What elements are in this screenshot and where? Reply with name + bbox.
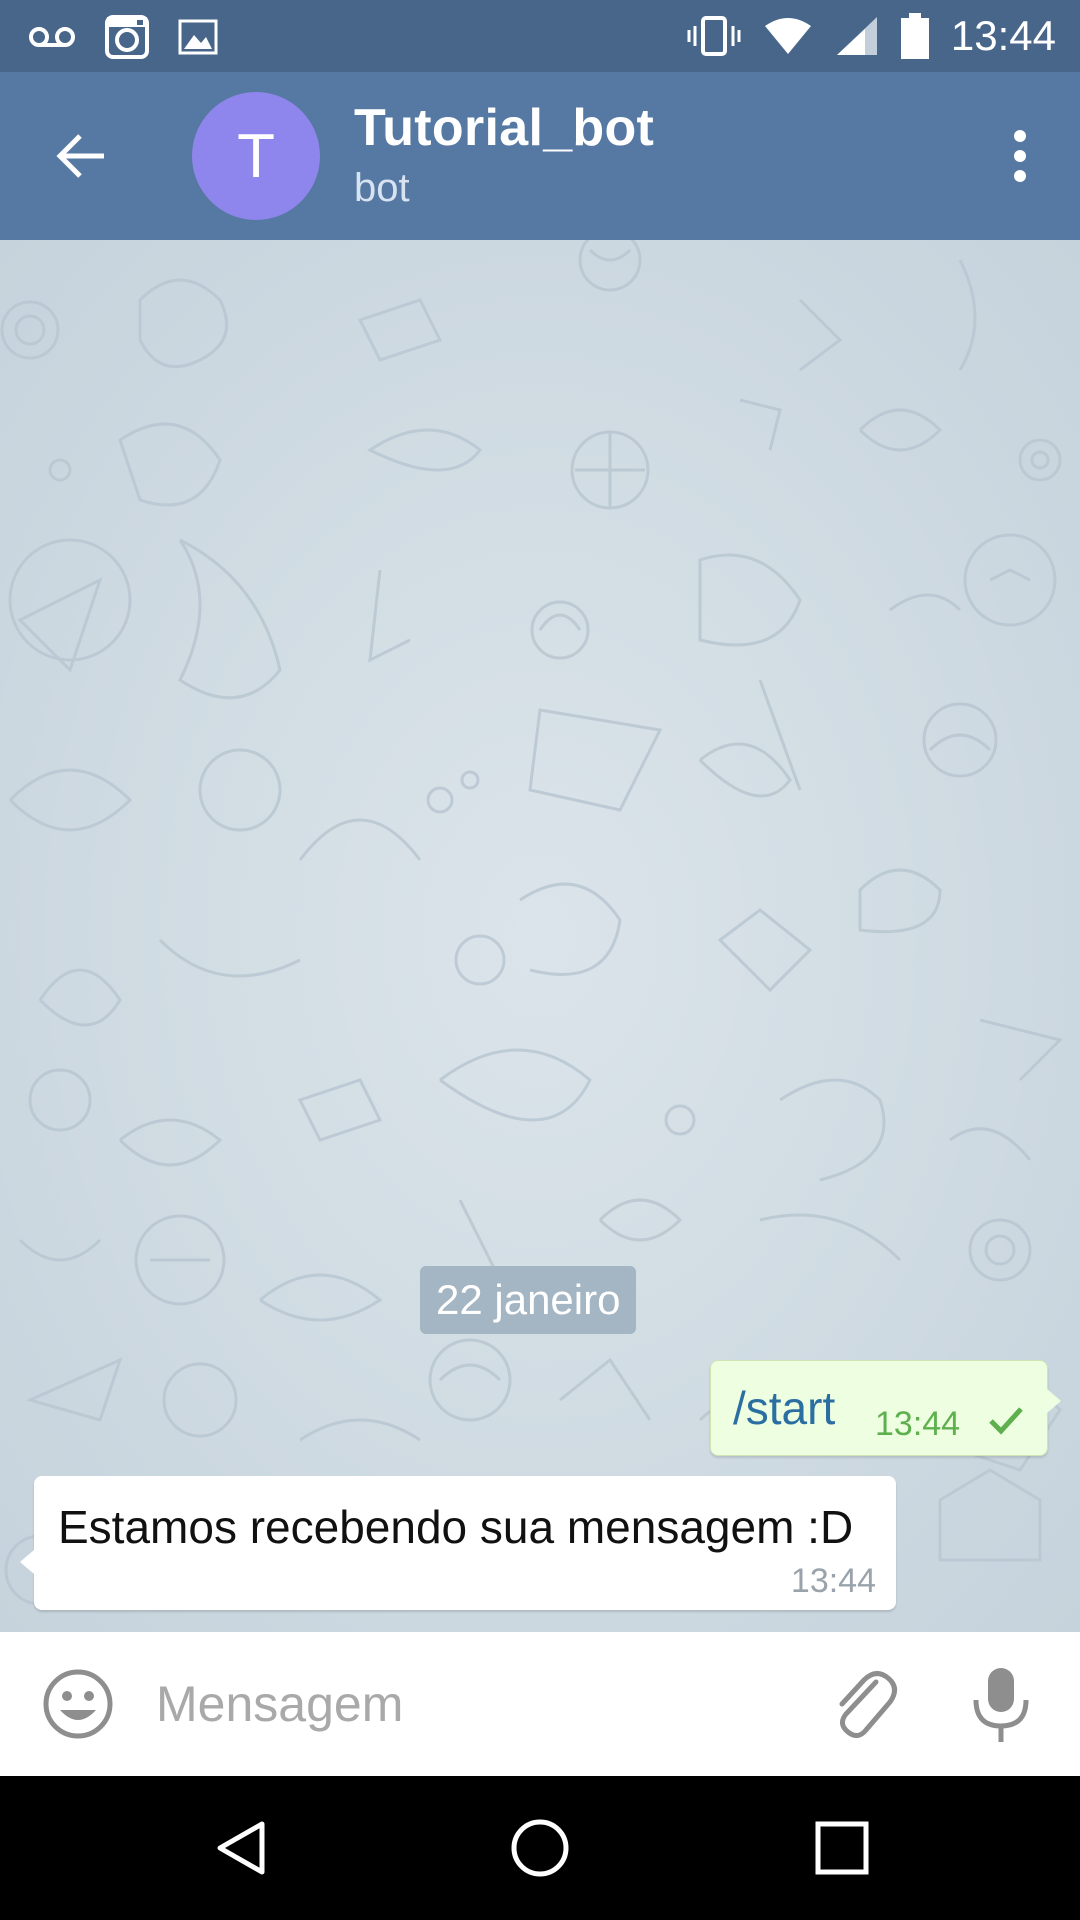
instagram-icon [105,15,149,59]
nav-recent-icon[interactable] [812,1818,872,1878]
back-arrow-icon[interactable] [52,126,112,186]
message-input[interactable] [156,1662,796,1746]
status-bar: 13:44 [0,0,1080,72]
image-icon [178,19,218,55]
chat-title[interactable]: Tutorial_bot [354,98,654,158]
date-separator: 22 janeiro [420,1266,637,1334]
avatar-letter: T [237,121,275,191]
message-time: 13:44 [790,1562,876,1600]
status-left-icons [28,14,218,60]
vibrate-icon [687,16,741,56]
incoming-message[interactable]: Estamos recebendo sua mensagem :D 13:44 [20,1476,896,1610]
more-options-icon[interactable] [990,126,1050,186]
voicemail-icon [29,27,75,47]
status-right-icons: 13:44 [687,0,1056,72]
chat-header: T Tutorial_bot bot [0,72,1080,240]
avatar[interactable]: T [192,92,320,220]
emoji-icon[interactable] [42,1668,114,1740]
message-time: 13:44 [875,1405,961,1443]
message-text: Estamos recebendo sua mensagem :D [58,1501,854,1553]
nav-back-icon[interactable] [210,1816,274,1880]
signal-icon [836,17,877,55]
nav-home-icon[interactable] [508,1816,572,1880]
message-composer [0,1632,1080,1776]
chat-area[interactable]: 22 janeiro /start 13:44 Estamos recebend… [0,240,1080,1632]
sent-check-icon [989,1407,1023,1435]
status-time: 13:44 [950,12,1056,59]
system-nav-bar [0,1776,1080,1920]
microphone-icon[interactable] [970,1666,1032,1744]
battery-icon [900,13,929,59]
outgoing-message[interactable]: /start 13:44 [710,1360,1061,1456]
wifi-icon [764,18,811,54]
chat-subtitle: bot [354,166,410,210]
message-text: /start [733,1382,836,1434]
attach-icon[interactable] [828,1668,900,1740]
